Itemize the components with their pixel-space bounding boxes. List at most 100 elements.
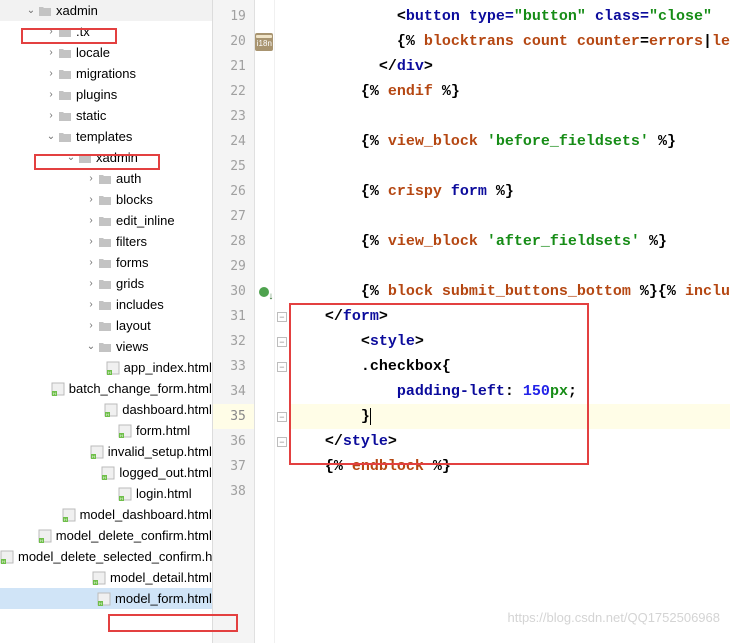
file-node[interactable]: Hdashboard.html [0,399,212,420]
code-line[interactable] [289,254,730,279]
html-file-icon: H [90,445,104,459]
svg-text:H: H [40,538,43,543]
code-line[interactable] [289,104,730,129]
chevron-right-icon[interactable]: › [84,236,98,247]
folder-node[interactable]: ›grids [0,273,212,294]
file-node[interactable]: Hlogged_out.html [0,462,212,483]
folder-node[interactable]: › locale [0,42,212,63]
code-line[interactable] [289,204,730,229]
file-node[interactable]: Hlogin.html [0,483,212,504]
code-line[interactable]: {% block submit_buttons_bottom %}{% incl… [289,279,730,304]
fold-column: −−−−− [275,0,289,643]
fold-empty [275,29,289,54]
file-node[interactable]: Hmodel_detail.html [0,567,212,588]
mark-empty [255,429,274,454]
file-node[interactable]: Hbatch_change_form.html [0,378,212,399]
file-node[interactable]: Hmodel_delete_selected_confirm.html [0,546,212,567]
chevron-right-icon[interactable]: › [44,68,58,79]
line-number: 31 [213,304,254,329]
fold-empty [275,254,289,279]
file-node[interactable]: Hmodel_dashboard.html [0,504,212,525]
chevron-right-icon[interactable]: › [44,26,58,37]
chevron-down-icon[interactable]: ⌄ [24,5,38,16]
folder-icon [98,298,112,312]
code-line[interactable]: {% crispy form %} [289,179,730,204]
mark-empty [255,229,274,254]
file-node[interactable]: Hmodel_form.html [0,588,212,609]
svg-text:H: H [120,433,123,438]
code-line[interactable]: {% endblock %} [289,454,730,479]
mark-empty [255,129,274,154]
folder-node[interactable]: ›filters [0,231,212,252]
mark-empty [255,179,274,204]
chevron-down-icon[interactable]: ⌄ [44,131,58,142]
chevron-right-icon[interactable]: › [84,194,98,205]
folder-node[interactable]: ⌄xadmin [0,147,212,168]
code-line[interactable]: } [289,404,730,429]
chevron-right-icon[interactable]: › [84,215,98,226]
fold-toggle-icon[interactable]: − [275,304,289,329]
fold-empty [275,4,289,29]
chevron-right-icon[interactable]: › [44,89,58,100]
code-line[interactable]: {% view_block 'before_fieldsets' %} [289,129,730,154]
tree-item-label: model_form.html [115,591,212,606]
fold-toggle-icon[interactable]: − [275,329,289,354]
chevron-right-icon[interactable]: › [84,299,98,310]
fold-toggle-icon[interactable]: − [275,429,289,454]
code-line[interactable]: .checkbox{ [289,354,730,379]
folder-node[interactable]: ⌄templates [0,126,212,147]
mark-empty [255,479,274,504]
file-node[interactable]: Hmodel_delete_confirm.html [0,525,212,546]
tree-item-label: auth [116,171,141,186]
tree-item-label: locale [76,45,110,60]
code-area[interactable]: <button type="button" class="close" {% b… [289,0,730,643]
chevron-right-icon[interactable]: › [84,257,98,268]
chevron-right-icon[interactable]: › [44,47,58,58]
chevron-right-icon[interactable]: › [84,173,98,184]
fold-toggle-icon[interactable]: − [275,404,289,429]
code-line[interactable] [289,479,730,504]
chevron-right-icon[interactable]: › [44,110,58,121]
chevron-right-icon[interactable]: › [84,320,98,331]
code-line[interactable]: </form> [289,304,730,329]
folder-node[interactable]: ›includes [0,294,212,315]
code-line[interactable]: {% blocktrans count counter=errors|le [289,29,730,54]
line-number: 19 [213,4,254,29]
file-node[interactable]: Hform.html [0,420,212,441]
chevron-right-icon[interactable]: › [84,278,98,289]
code-line[interactable]: <button type="button" class="close" [289,4,730,29]
project-tree-sidebar[interactable]: ⌄xadmin›.tx›locale›migrations›plugins›st… [0,0,213,643]
mark-empty [255,104,274,129]
file-node[interactable]: Hinvalid_setup.html [0,441,212,462]
folder-node[interactable]: ›plugins [0,84,212,105]
folder-node[interactable]: ›.tx [0,21,212,42]
file-node[interactable]: Happ_index.html [0,357,212,378]
folder-icon [98,193,112,207]
code-line[interactable]: <style> [289,329,730,354]
chevron-down-icon[interactable]: ⌄ [84,341,98,352]
html-file-icon: H [106,361,120,375]
folder-node[interactable]: ›forms [0,252,212,273]
chevron-down-icon[interactable]: ⌄ [64,152,78,163]
folder-node[interactable]: ›edit_inline [0,210,212,231]
code-line[interactable]: {% endif %} [289,79,730,104]
code-line[interactable]: </style> [289,429,730,454]
code-line[interactable]: {% view_block 'after_fieldsets' %} [289,229,730,254]
folder-node[interactable]: ⌄xadmin [0,0,212,21]
mark-empty [255,254,274,279]
folder-node[interactable]: ›static [0,105,212,126]
folder-node[interactable]: ›migrations [0,63,212,84]
folder-node[interactable]: ›blocks [0,189,212,210]
folder-node[interactable]: ›layout [0,315,212,336]
fold-toggle-icon[interactable]: − [275,354,289,379]
html-file-icon: H [101,466,115,480]
fold-empty [275,79,289,104]
mark-empty [255,354,274,379]
code-line[interactable] [289,154,730,179]
code-editor[interactable]: 1920212223242526272829303132333435363738… [213,0,730,643]
code-line[interactable]: </div> [289,54,730,79]
code-line[interactable]: padding-left: 150px; [289,379,730,404]
folder-icon [98,214,112,228]
folder-node[interactable]: ⌄views [0,336,212,357]
folder-node[interactable]: › auth [0,168,212,189]
